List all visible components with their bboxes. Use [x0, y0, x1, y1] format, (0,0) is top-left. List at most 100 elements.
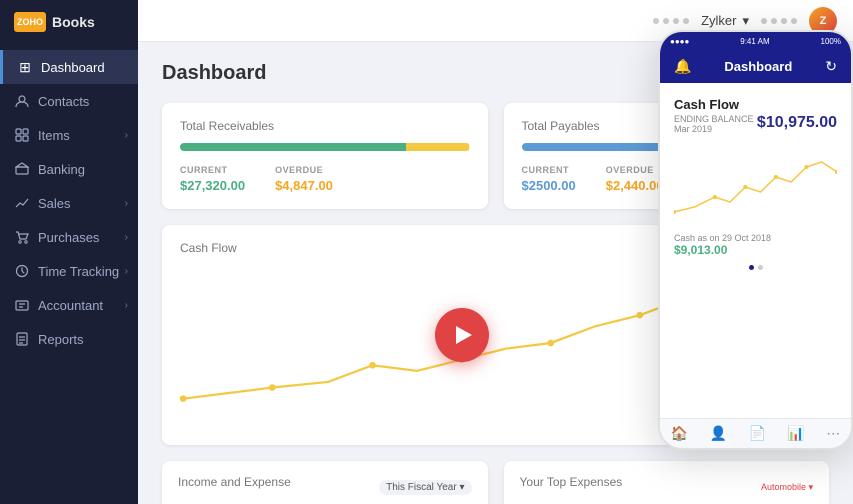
sidebar-nav: ⊞ Dashboard Contacts Items › Banking — [0, 44, 138, 504]
receivables-bar-overdue — [406, 143, 470, 151]
items-icon — [14, 127, 30, 143]
payables-current: CURRENT $2500.00 — [522, 165, 576, 193]
phone-cashflow-title: Cash Flow — [674, 97, 837, 112]
phone-cashflow-sub: ENDING BALANCE Mar 2019 — [674, 114, 754, 134]
banking-icon — [14, 161, 30, 177]
receivables-title: Total Receivables — [180, 119, 470, 133]
play-icon — [456, 326, 472, 344]
phone-nav-title: Dashboard — [724, 59, 792, 74]
receivables-bar — [180, 143, 470, 151]
sidebar-item-time-tracking[interactable]: Time Tracking › — [0, 254, 138, 288]
phone-tab-home[interactable]: 🏠 — [671, 425, 688, 442]
phone-tab-charts[interactable]: 📊 — [787, 425, 804, 442]
phone-bottom-nav: 🏠 👤 📄 📊 ⋯ — [660, 418, 851, 448]
sidebar-item-label: Dashboard — [41, 60, 105, 75]
sidebar-item-banking[interactable]: Banking — [0, 152, 138, 186]
phone-signal: ●●●● — [670, 37, 689, 46]
sidebar-item-accountant[interactable]: Accountant › — [0, 288, 138, 322]
sidebar-item-purchases[interactable]: Purchases › — [0, 220, 138, 254]
purchases-icon — [14, 229, 30, 245]
receivables-current: CURRENT $27,320.00 — [180, 165, 245, 193]
contacts-tab-icon: 👤 — [710, 425, 727, 442]
receivables-overdue-label: OVERDUE — [275, 165, 333, 175]
phone-mockup: ●●●● 9:41 AM 100% 🔔 Dashboard ↻ Cash Flo… — [658, 30, 853, 450]
sidebar-item-label: Items — [38, 128, 70, 143]
chevron-right-icon: › — [125, 300, 128, 311]
phone-nav: 🔔 Dashboard ↻ — [660, 50, 851, 83]
docs-icon: 📄 — [748, 425, 765, 442]
user-menu[interactable]: Zylker ▾ — [701, 13, 749, 29]
income-title: Income and Expense — [178, 475, 291, 489]
dot-active — [749, 265, 754, 270]
sales-icon — [14, 195, 30, 211]
dot-inactive — [758, 265, 763, 270]
app-name: Books — [52, 14, 95, 30]
phone-tab-more[interactable]: ⋯ — [826, 425, 840, 442]
income-header: Income and Expense This Fiscal Year ▾ — [178, 475, 472, 499]
receivables-overdue-value: $4,847.00 — [275, 178, 333, 193]
sidebar-item-reports[interactable]: Reports — [0, 322, 138, 356]
play-button[interactable] — [435, 308, 489, 362]
dot-5 — [761, 18, 767, 24]
sidebar-item-label: Contacts — [38, 94, 89, 109]
dot-2 — [663, 18, 669, 24]
phone-bell-icon: 🔔 — [674, 58, 691, 75]
phone-cashflow-amount: $10,975.00 — [757, 114, 837, 132]
phone-time: 9:41 AM — [740, 37, 769, 46]
sidebar-item-label: Time Tracking — [38, 264, 119, 279]
sidebar-item-label: Purchases — [38, 230, 99, 245]
payables-overdue: OVERDUE $2,440.00 — [606, 165, 664, 193]
user-dropdown-icon: ▾ — [742, 13, 749, 29]
dot-6 — [771, 18, 777, 24]
sidebar-item-label: Accountant — [38, 298, 103, 313]
expenses-card: Your Top Expenses Automobile ▾ — [504, 461, 830, 504]
dot-3 — [673, 18, 679, 24]
more-icon: ⋯ — [826, 425, 840, 442]
chevron-right-icon: › — [125, 266, 128, 277]
dot-8 — [791, 18, 797, 24]
sidebar-item-contacts[interactable]: Contacts — [0, 84, 138, 118]
time-tracking-icon — [14, 263, 30, 279]
dot-7 — [781, 18, 787, 24]
receivables-bar-current — [180, 143, 406, 151]
phone-chart — [674, 142, 837, 222]
dashboard-icon: ⊞ — [17, 59, 33, 75]
logo: ZOHO Books — [0, 0, 138, 44]
expenses-label: Automobile ▾ — [761, 482, 813, 493]
home-icon: 🏠 — [671, 425, 688, 442]
phone-tab-contacts[interactable]: 👤 — [710, 425, 727, 442]
accountant-icon — [14, 297, 30, 313]
sidebar-item-items[interactable]: Items › — [0, 118, 138, 152]
phone-content: Cash Flow ENDING BALANCE Mar 2019 $10,97… — [660, 83, 851, 284]
phone-tab-docs[interactable]: 📄 — [748, 425, 765, 442]
chevron-right-icon: › — [125, 198, 128, 209]
payables-current-label: CURRENT — [522, 165, 576, 175]
phone-footer-amount: $9,013.00 — [674, 243, 837, 257]
chevron-right-icon: › — [125, 130, 128, 141]
sidebar-item-sales[interactable]: Sales › — [0, 186, 138, 220]
phone-footer-label: Cash as on 29 Oct 2018 — [674, 233, 837, 243]
user-name: Zylker — [701, 13, 736, 28]
payables-current-value: $2500.00 — [522, 178, 576, 193]
phone-refresh-icon: ↻ — [825, 58, 837, 75]
charts-icon: 📊 — [787, 425, 804, 442]
contacts-icon — [14, 93, 30, 109]
sidebar: ZOHO Books ⊞ Dashboard Contacts Items › — [0, 0, 138, 504]
reports-icon — [14, 331, 30, 347]
logo-icon: ZOHO — [14, 12, 46, 32]
receivables-amounts: CURRENT $27,320.00 OVERDUE $4,847.00 — [180, 165, 470, 193]
phone-battery: 100% — [821, 37, 841, 46]
sidebar-item-label: Banking — [38, 162, 85, 177]
dot-1 — [653, 18, 659, 24]
topbar-right-dots — [761, 18, 797, 24]
fiscal-year-dropdown[interactable]: This Fiscal Year ▾ — [379, 480, 471, 495]
dot-4 — [683, 18, 689, 24]
income-card: Income and Expense This Fiscal Year ▾ — [162, 461, 488, 504]
expenses-title: Your Top Expenses — [520, 475, 623, 489]
receivables-overdue: OVERDUE $4,847.00 — [275, 165, 333, 193]
bottom-row: Income and Expense This Fiscal Year ▾ — [162, 461, 829, 504]
phone-status-bar: ●●●● 9:41 AM 100% — [660, 32, 851, 50]
payables-bar-current — [522, 143, 673, 151]
sidebar-item-dashboard[interactable]: ⊞ Dashboard — [0, 50, 138, 84]
sidebar-item-label: Reports — [38, 332, 84, 347]
